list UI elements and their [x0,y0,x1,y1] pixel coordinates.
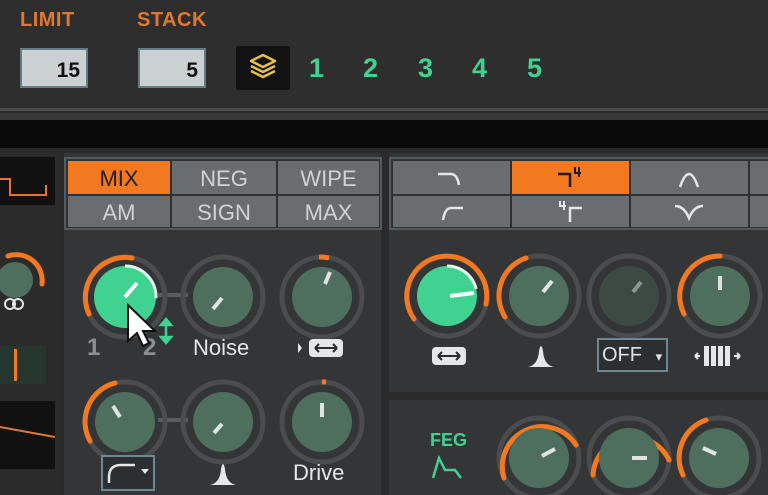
left-mod-knob[interactable] [0,244,50,310]
lowpass-icon [438,172,461,186]
width-knob[interactable] [279,254,365,340]
stack-number-4[interactable]: 4 [472,53,487,84]
osc-knobs-row2 [82,379,365,465]
left-meter [0,346,46,384]
drive-knob[interactable] [279,379,365,465]
mix-mode-mix[interactable]: MIX [67,160,171,195]
shape-knob[interactable] [82,379,168,465]
stack-number-5[interactable]: 5 [527,53,542,84]
notch-icon [674,204,704,222]
lowpass-4pole-icon [558,167,581,187]
filter-lowpass-4pole[interactable] [511,160,630,195]
noise-knob[interactable] [180,254,266,340]
dropdown-value: OFF [602,344,642,366]
resonance-icon [210,464,236,485]
keyboard-tracking-icon [694,346,741,366]
mix-mode-wipe[interactable]: WIPE [277,160,380,195]
highpass-4pole-icon [559,201,582,222]
feg-label: FEG [430,430,468,450]
chevron-down-icon: ▾ [655,349,663,364]
left-env-display [0,401,56,469]
filter-resonance-knob[interactable] [496,253,582,339]
stack-label: STACK [137,9,207,31]
feg-decay-knob[interactable] [586,415,672,495]
osc-knobs-row1 [82,254,365,340]
filter-highpass[interactable] [392,195,511,228]
feg-knobs [496,415,762,495]
mix-mode-neg[interactable]: NEG [171,160,277,195]
filter-mode-dropdown[interactable]: OFF ▾ [597,338,668,372]
layers-button[interactable] [236,46,290,90]
stereo-width-icon [298,339,343,357]
filter-highpass-4pole[interactable] [511,195,630,228]
top-bar [0,0,768,111]
waveshape-dropdown[interactable] [101,455,155,491]
feg-attack-knob[interactable] [496,415,582,495]
cursor-icon [127,303,174,348]
osc-1-label: 1 [87,334,101,361]
filter-mod-knob[interactable] [586,253,672,339]
filter-extra[interactable] [749,160,768,195]
layers-icon [249,53,277,79]
waveshape-icon [107,463,149,483]
resonance-knob[interactable] [180,379,266,465]
mix-mode-am[interactable]: AM [67,195,171,228]
drive-label: Drive [293,460,345,485]
filter-bandpass[interactable] [630,160,749,195]
envelope-icon [431,454,462,479]
stack-number-3[interactable]: 3 [418,53,433,84]
mix-mode-selector: MIX NEG WIPE AM SIGN MAX [64,157,382,230]
filter-extra[interactable] [749,195,768,228]
keytrack-knob[interactable] [677,253,763,339]
filter-cutoff-knob[interactable] [404,253,490,339]
stack-number-1[interactable]: 1 [309,53,324,84]
header-strip [0,120,768,148]
feg-sustain-knob[interactable] [676,415,762,495]
resonance-icon [528,346,554,367]
mix-mode-max[interactable]: MAX [277,195,380,228]
bandpass-icon [678,172,700,188]
divider [0,113,768,120]
filter-mode-selector [389,157,768,230]
filter-lowpass[interactable] [392,160,511,195]
filter-notch[interactable] [630,195,749,228]
limit-field[interactable]: 15 [20,48,88,88]
noise-label: Noise [193,335,250,360]
stack-field[interactable]: 5 [138,48,206,88]
filter-knobs [404,253,763,339]
divider [0,108,768,111]
lfo-display [0,157,55,205]
limit-label: LIMIT [20,9,75,31]
stereo-width-icon [432,347,466,365]
mix-mode-sign[interactable]: SIGN [171,195,277,228]
stack-number-2[interactable]: 2 [363,53,378,84]
highpass-icon [441,206,463,221]
